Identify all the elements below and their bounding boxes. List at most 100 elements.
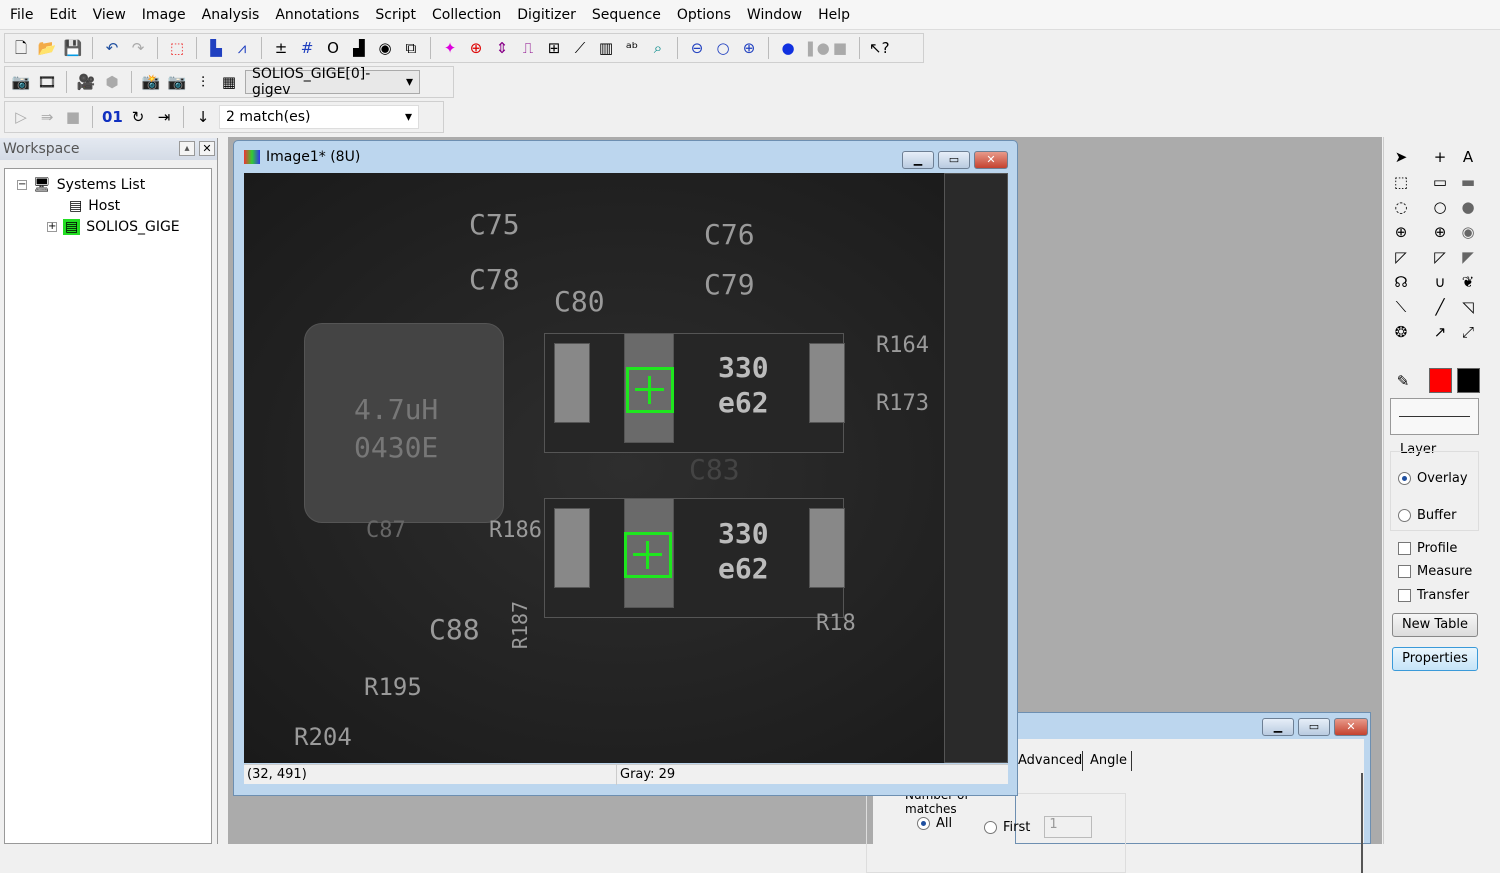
filter-icon[interactable]: ◉ — [375, 38, 395, 58]
radio-all-indicator[interactable] — [917, 817, 930, 830]
new-icon[interactable]: 🗋 — [11, 38, 31, 58]
double-arrow-icon[interactable]: ⤢ — [1457, 322, 1479, 342]
checkbox-profile[interactable]: Profile — [1398, 541, 1457, 556]
pause-icon[interactable]: ❚● — [804, 38, 824, 58]
copy-icon[interactable]: ⧉ — [401, 38, 421, 58]
menu-script[interactable]: Script — [375, 7, 416, 23]
pattern-match-icon[interactable]: ⊕ — [466, 38, 486, 58]
menu-sequence[interactable]: Sequence — [592, 7, 661, 23]
ellipse-select-icon[interactable]: ◌ — [1390, 197, 1412, 217]
play-icon[interactable]: ▷ — [11, 107, 31, 127]
crosshair-icon[interactable]: + — [1429, 147, 1451, 167]
checkbox-measure-box[interactable] — [1398, 565, 1411, 578]
background-color-swatch[interactable] — [1457, 368, 1480, 393]
checkbox-transfer[interactable]: Transfer — [1398, 588, 1469, 603]
menu-view[interactable]: View — [93, 7, 126, 23]
refresh-icon[interactable]: ↻ — [128, 107, 148, 127]
video-icon[interactable]: 🎥 — [76, 72, 96, 92]
measure-icon[interactable]: ⇕ — [492, 38, 512, 58]
radio-buffer[interactable]: Buffer — [1398, 508, 1456, 523]
menu-annotations[interactable]: Annotations — [275, 7, 359, 23]
polyline-icon[interactable]: ◹ — [1457, 297, 1479, 317]
menu-image[interactable]: Image — [142, 7, 186, 23]
checkbox-transfer-box[interactable] — [1398, 589, 1411, 602]
foreground-color-swatch[interactable] — [1429, 368, 1452, 393]
profile-icon[interactable]: ⩘ — [232, 38, 252, 58]
new-table-button[interactable]: New Table — [1392, 613, 1478, 637]
barcode-icon[interactable]: ▥ — [596, 38, 616, 58]
pcb-image-display[interactable]: C75 C78 C76 C79 C80 330 e62 330 e62 4.7u… — [244, 173, 1008, 763]
tree-item-systems-list[interactable]: −🖥Systems List — [17, 177, 145, 193]
blob-icon[interactable]: O — [323, 38, 343, 58]
circle-select-icon[interactable]: ⊕ — [1390, 222, 1412, 242]
filled-freehand-icon[interactable]: ❦ — [1457, 272, 1479, 292]
menu-analysis[interactable]: Analysis — [202, 7, 260, 23]
first-count-input[interactable]: 1 — [1044, 816, 1092, 838]
step-in-icon[interactable]: ⇥ — [154, 107, 174, 127]
index-icon[interactable]: 01 — [102, 107, 122, 127]
stop-icon[interactable]: ■ — [63, 107, 83, 127]
calibrate-icon[interactable]: ⊞ — [544, 38, 564, 58]
tree-item-solios-gige[interactable]: +▤SOLIOS_GIGE — [47, 219, 180, 235]
checkbox-measure[interactable]: Measure — [1398, 564, 1472, 579]
redo-icon[interactable]: ↷ — [128, 38, 148, 58]
ellipse-icon[interactable]: ○ — [1429, 197, 1451, 217]
inspect-icon[interactable]: ⌕ — [648, 38, 668, 58]
maximize-button[interactable]: ▭ — [1298, 718, 1330, 736]
maximize-button[interactable]: ▭ — [938, 151, 970, 169]
radio-first-indicator[interactable] — [984, 821, 997, 834]
filled-polygon-icon[interactable]: ◤ — [1457, 247, 1479, 267]
checkbox-profile-box[interactable] — [1398, 542, 1411, 555]
radio-first[interactable]: First1 — [984, 816, 1144, 838]
help-pointer-icon[interactable]: ↖? — [869, 38, 889, 58]
grab-continuous-icon[interactable]: 🎞 — [37, 72, 57, 92]
save-icon[interactable]: 💾 — [63, 38, 83, 58]
camera-select[interactable]: SOLIOS_GIGE[0]-gigev▾ — [245, 70, 420, 94]
zoom-icon[interactable]: ○ — [713, 38, 733, 58]
menu-collection[interactable]: Collection — [432, 7, 501, 23]
tab-advanced[interactable]: Advanced — [1018, 753, 1082, 768]
minimize-button[interactable]: ▁ — [902, 151, 934, 169]
rect-select-icon[interactable]: ⬚ — [1390, 172, 1412, 192]
radio-overlay[interactable]: Overlay — [1398, 471, 1468, 486]
line-style-selector[interactable] — [1390, 398, 1479, 435]
collapse-icon[interactable]: − — [17, 180, 27, 190]
halt-icon[interactable]: ⬢ — [102, 72, 122, 92]
match-select[interactable]: 2 match(es)▾ — [219, 105, 419, 129]
features-icon[interactable]: ▦ — [219, 72, 239, 92]
close-button[interactable]: ✕ — [1334, 718, 1368, 736]
close-icon[interactable]: ✕ — [199, 141, 215, 156]
arrow-icon[interactable]: ↗ — [1429, 322, 1451, 342]
match-marker-1[interactable] — [626, 367, 674, 413]
tree-item-host[interactable]: ▤Host — [69, 198, 120, 214]
eyedropper-icon[interactable]: ✎ — [1392, 371, 1414, 391]
text-icon[interactable]: A — [1457, 147, 1479, 167]
freehand-icon[interactable]: ∪ — [1429, 272, 1451, 292]
menu-window[interactable]: Window — [747, 7, 802, 23]
filled-rectangle-icon[interactable]: ▬ — [1457, 172, 1479, 192]
properties-button[interactable]: Properties — [1392, 647, 1478, 671]
pin-icon[interactable]: ▴ — [179, 141, 195, 156]
expand-icon[interactable]: + — [47, 222, 57, 232]
menu-options[interactable]: Options — [677, 7, 731, 23]
stop-icon[interactable]: ■ — [830, 38, 850, 58]
rectangle-icon[interactable]: ▭ — [1429, 172, 1451, 192]
roi-icon[interactable]: ⬚ — [167, 38, 187, 58]
adjust-icon[interactable]: ⫶ — [193, 72, 213, 92]
menu-digitizer[interactable]: Digitizer — [517, 7, 576, 23]
step-icon[interactable]: ⇛ — [37, 107, 57, 127]
tab-angle[interactable]: Angle — [1090, 753, 1127, 768]
edge-icon[interactable]: ⎍ — [518, 38, 538, 58]
radio-overlay-indicator[interactable] — [1398, 472, 1411, 485]
open-icon[interactable]: 📂 — [37, 38, 57, 58]
locate-icon[interactable]: ✦ — [440, 38, 460, 58]
sort-icon[interactable]: ↓ — [193, 107, 213, 127]
match-marker-2[interactable] — [624, 532, 672, 578]
zoom-in-icon[interactable]: ⊕ — [739, 38, 759, 58]
wand-icon[interactable]: ⟍ — [1390, 297, 1412, 317]
grid-icon[interactable]: # — [297, 38, 317, 58]
filled-ellipse-icon[interactable]: ● — [1457, 197, 1479, 217]
menu-help[interactable]: Help — [818, 7, 850, 23]
radio-buffer-indicator[interactable] — [1398, 509, 1411, 522]
fill-icon[interactable]: ❂ — [1390, 322, 1412, 342]
